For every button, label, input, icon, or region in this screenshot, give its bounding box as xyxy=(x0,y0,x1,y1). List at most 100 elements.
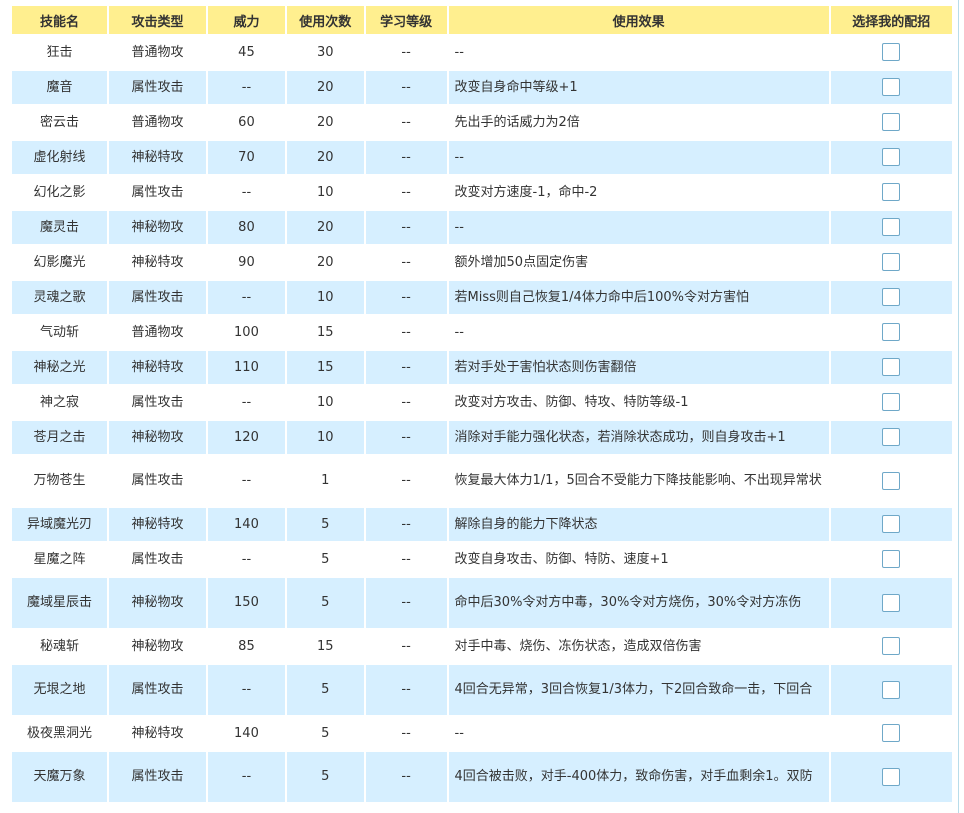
attack-type-cell: 属性攻击 xyxy=(109,456,207,506)
effect-cell: -- xyxy=(448,211,829,244)
skill-name-cell: 天魔万象 xyxy=(12,752,108,802)
effect-cell: -- xyxy=(448,36,829,69)
use-count-cell: 1 xyxy=(286,456,364,506)
select-checkbox[interactable] xyxy=(882,393,901,412)
use-count-cell: 20 xyxy=(286,141,364,174)
learn-level-cell: -- xyxy=(365,351,447,384)
skill-name-cell: 虚化射线 xyxy=(12,141,108,174)
learn-level-cell: -- xyxy=(365,508,447,541)
power-cell: 140 xyxy=(208,508,285,541)
attack-type-cell: 神秘特攻 xyxy=(109,717,207,750)
select-checkbox[interactable] xyxy=(882,428,901,447)
power-cell: 110 xyxy=(208,351,285,384)
skill-name-cell: 魔音 xyxy=(12,71,108,104)
table-row: 万物苍生 属性攻击 -- 1 -- 恢复最大体力1/1，5回合不受能力下降技能影响、不出现… xyxy=(12,456,952,506)
power-cell: 140 xyxy=(208,717,285,750)
select-checkbox[interactable] xyxy=(882,724,901,743)
power-cell: -- xyxy=(208,456,285,506)
select-checkbox[interactable] xyxy=(882,680,901,699)
select-checkbox[interactable] xyxy=(882,515,901,534)
select-checkbox[interactable] xyxy=(882,637,901,656)
effect-cell: 解除自身的能力下降状态 xyxy=(448,508,829,541)
table-row: 星魔之阵 属性攻击 -- 5 -- 改变自身攻击、防御、特防、速度+1 xyxy=(12,543,952,576)
learn-level-cell: -- xyxy=(365,176,447,209)
header-attack-type: 攻击类型 xyxy=(109,6,207,34)
select-cell xyxy=(830,752,952,802)
select-cell xyxy=(830,106,952,139)
attack-type-cell: 神秘特攻 xyxy=(109,141,207,174)
select-cell xyxy=(830,351,952,384)
effect-cell: 若对手处于害怕状态则伤害翻倍 xyxy=(448,351,829,384)
select-checkbox[interactable] xyxy=(882,767,901,786)
select-cell xyxy=(830,176,952,209)
select-checkbox[interactable] xyxy=(882,253,901,272)
scrollbar-edge xyxy=(958,0,959,813)
effect-cell: 改变对方速度-1，命中-2 xyxy=(448,176,829,209)
select-checkbox[interactable] xyxy=(882,358,901,377)
select-checkbox[interactable] xyxy=(882,148,901,167)
learn-level-cell: -- xyxy=(365,456,447,506)
table-row: 气动斩 普通物攻 100 15 -- -- xyxy=(12,316,952,349)
attack-type-cell: 神秘物攻 xyxy=(109,578,207,628)
attack-type-cell: 神秘物攻 xyxy=(109,421,207,454)
select-checkbox[interactable] xyxy=(882,288,901,307)
skill-name-cell: 秘魂斩 xyxy=(12,630,108,663)
power-cell: 100 xyxy=(208,316,285,349)
select-cell xyxy=(830,386,952,419)
attack-type-cell: 普通物攻 xyxy=(109,36,207,69)
learn-level-cell: -- xyxy=(365,246,447,279)
use-count-cell: 15 xyxy=(286,351,364,384)
skill-name-cell: 神秘之光 xyxy=(12,351,108,384)
use-count-cell: 5 xyxy=(286,578,364,628)
power-cell: 80 xyxy=(208,211,285,244)
use-count-cell: 15 xyxy=(286,630,364,663)
power-cell: -- xyxy=(208,176,285,209)
select-cell xyxy=(830,246,952,279)
attack-type-cell: 神秘特攻 xyxy=(109,246,207,279)
select-checkbox[interactable] xyxy=(882,471,901,490)
attack-type-cell: 属性攻击 xyxy=(109,281,207,314)
learn-level-cell: -- xyxy=(365,665,447,715)
select-checkbox[interactable] xyxy=(882,550,901,569)
table-row: 天魔万象 属性攻击 -- 5 -- 4回合被击败，对手-400体力，致命伤害，对手血剩余1… xyxy=(12,752,952,802)
header-power: 威力 xyxy=(208,6,285,34)
select-cell xyxy=(830,578,952,628)
learn-level-cell: -- xyxy=(365,71,447,104)
select-checkbox[interactable] xyxy=(882,113,901,132)
effect-cell: -- xyxy=(448,316,829,349)
table-row: 神秘之光 神秘特攻 110 15 -- 若对手处于害怕状态则伤害翻倍 xyxy=(12,351,952,384)
table-row: 魔域星辰击 神秘物攻 150 5 -- 命中后30%令对方中毒，30%令对方烧伤，30%令… xyxy=(12,578,952,628)
select-checkbox[interactable] xyxy=(882,183,901,202)
select-cell xyxy=(830,421,952,454)
use-count-cell: 30 xyxy=(286,36,364,69)
power-cell: -- xyxy=(208,71,285,104)
power-cell: 60 xyxy=(208,106,285,139)
table-row: 神之寂 属性攻击 -- 10 -- 改变对方攻击、防御、特攻、特防等级-1 xyxy=(12,386,952,419)
learn-level-cell: -- xyxy=(365,316,447,349)
power-cell: 45 xyxy=(208,36,285,69)
select-cell xyxy=(830,665,952,715)
select-cell xyxy=(830,71,952,104)
select-checkbox[interactable] xyxy=(882,43,901,62)
select-checkbox[interactable] xyxy=(882,593,901,612)
attack-type-cell: 神秘特攻 xyxy=(109,351,207,384)
table-row: 异域魔光刃 神秘特攻 140 5 -- 解除自身的能力下降状态 xyxy=(12,508,952,541)
skill-name-cell: 魔灵击 xyxy=(12,211,108,244)
select-cell xyxy=(830,717,952,750)
learn-level-cell: -- xyxy=(365,578,447,628)
use-count-cell: 5 xyxy=(286,717,364,750)
skill-name-cell: 星魔之阵 xyxy=(12,543,108,576)
power-cell: -- xyxy=(208,543,285,576)
select-checkbox[interactable] xyxy=(882,218,901,237)
use-count-cell: 20 xyxy=(286,106,364,139)
use-count-cell: 10 xyxy=(286,421,364,454)
power-cell: -- xyxy=(208,386,285,419)
skill-name-cell: 灵魂之歌 xyxy=(12,281,108,314)
use-count-cell: 10 xyxy=(286,386,364,419)
table-row: 魔灵击 神秘物攻 80 20 -- -- xyxy=(12,211,952,244)
use-count-cell: 20 xyxy=(286,211,364,244)
learn-level-cell: -- xyxy=(365,421,447,454)
select-checkbox[interactable] xyxy=(882,78,901,97)
select-checkbox[interactable] xyxy=(882,323,901,342)
use-count-cell: 20 xyxy=(286,71,364,104)
